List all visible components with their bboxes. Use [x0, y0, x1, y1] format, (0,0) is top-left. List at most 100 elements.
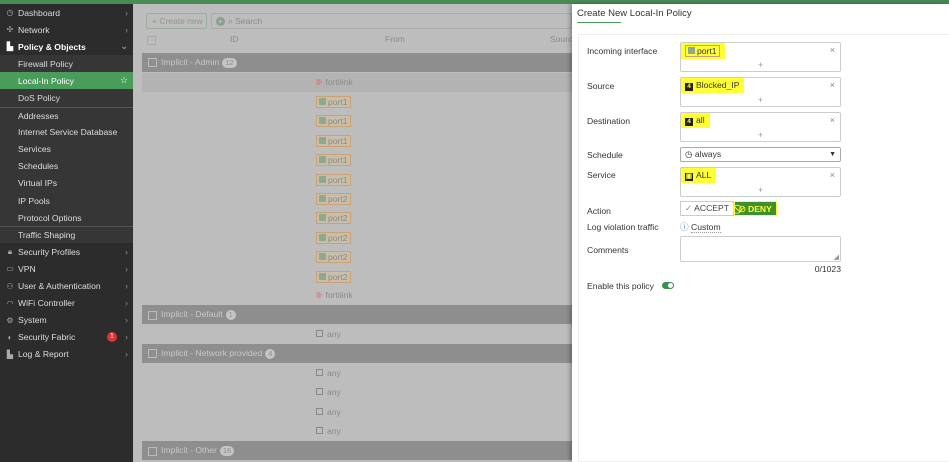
collapse-icon[interactable]: [148, 310, 157, 320]
search-icon: ⌕: [228, 16, 233, 26]
source-entry[interactable]: 4 Blocked_IP: [681, 78, 745, 93]
chevron-right-icon: ›: [125, 263, 128, 274]
create-new-button[interactable]: + Create new: [146, 13, 207, 29]
chart-icon: ▙: [6, 349, 14, 359]
from-cell: any: [316, 407, 341, 417]
sidebar-item-internet-service-database[interactable]: Internet Service Database: [0, 123, 133, 141]
table-row[interactable]: port2: [142, 208, 572, 227]
table-row[interactable]: port1: [142, 170, 572, 189]
sidebar-item-firewall-policy[interactable]: Firewall Policy: [0, 55, 133, 73]
sidebar-item-security-fabric[interactable]: ◐ Security Fabric 1 ›: [0, 329, 133, 346]
comments-label: Comments: [587, 245, 629, 255]
remove-icon[interactable]: ×: [830, 115, 835, 125]
source-label: Source: [587, 81, 615, 91]
table-row[interactable]: ⊪ fortilink: [142, 72, 572, 92]
table-row[interactable]: port2: [142, 267, 572, 286]
collapse-icon[interactable]: [148, 446, 157, 456]
table-row[interactable]: port1: [142, 111, 572, 130]
table-row[interactable]: port1: [142, 150, 572, 169]
deny-button[interactable]: ⃠⊘ DENY: [733, 201, 777, 216]
from-cell: port2: [316, 251, 351, 264]
add-filter-icon[interactable]: +: [216, 17, 225, 26]
sidebar-item-vpn[interactable]: ▭ VPN ›: [0, 260, 133, 277]
title-underline: [577, 22, 621, 23]
group-header[interactable]: Implicit - Network provided 4: [142, 344, 572, 364]
sidebar-item-services[interactable]: Services: [0, 140, 133, 158]
log-violation-custom[interactable]: ⓘ Custom: [680, 221, 721, 233]
service-field[interactable]: ▣ ALL × +: [680, 167, 841, 197]
from-cell: port1: [316, 154, 351, 167]
table-row[interactable]: any: [142, 422, 572, 441]
sidebar-item-virtual-ips[interactable]: Virtual IPs: [0, 174, 133, 193]
sidebar-item-system[interactable]: ⚙ System ›: [0, 312, 133, 329]
group-header[interactable]: Implicit - Other 16: [142, 441, 572, 461]
table-row[interactable]: port1: [142, 131, 572, 150]
lock-icon: 🔒︎: [7, 246, 13, 256]
from-cell: any: [316, 368, 341, 378]
sidebar-item-policy-objects[interactable]: ▙ Policy & Objects ⌄: [0, 38, 133, 55]
remove-icon[interactable]: ×: [830, 80, 835, 90]
chevron-right-icon: ›: [125, 7, 128, 18]
add-icon[interactable]: +: [681, 95, 840, 105]
group-header[interactable]: Implicit - Default 1: [142, 305, 572, 325]
interface-icon: [319, 175, 326, 183]
sidebar-item-protocol-options[interactable]: Protocol Options: [0, 209, 133, 227]
destination-field[interactable]: 4 all × +: [680, 112, 841, 142]
any-icon: [316, 388, 323, 396]
user-icon: ⚇: [6, 281, 14, 291]
fortilink-icon: ⊪: [316, 289, 324, 300]
policy-icon: ▙: [6, 42, 14, 52]
any-icon: [316, 368, 323, 376]
table-row[interactable]: port1: [142, 92, 572, 111]
sidebar-item-network[interactable]: ✣ Network ›: [0, 21, 133, 38]
resize-handle-icon[interactable]: ◢: [834, 253, 839, 261]
schedule-label: Schedule: [587, 150, 623, 160]
table-row[interactable]: any: [142, 383, 572, 402]
sidebar-item-wifi-controller[interactable]: ◠ WiFi Controller ›: [0, 295, 133, 312]
table-row[interactable]: port2: [142, 228, 572, 247]
sidebar-item-addresses[interactable]: Addresses: [0, 106, 133, 124]
collapse-icon[interactable]: [148, 349, 157, 359]
accept-button[interactable]: ✓ ACCEPT: [680, 201, 734, 216]
sidebar-item-log-report[interactable]: ▙ Log & Report ›: [0, 346, 133, 363]
column-header-id[interactable]: ID: [230, 34, 239, 44]
group-header[interactable]: Implicit - Admin 12: [142, 53, 572, 72]
star-icon[interactable]: ☆: [120, 75, 128, 86]
sidebar-item-user-authentication[interactable]: ⚇ User & Authentication ›: [0, 278, 133, 295]
enable-policy-toggle[interactable]: [662, 282, 674, 289]
remove-icon[interactable]: ×: [830, 170, 835, 180]
table-row[interactable]: ⊪ fortilink: [142, 286, 572, 305]
sidebar-item-schedules[interactable]: Schedules: [0, 157, 133, 175]
notification-badge: 1: [107, 332, 117, 343]
service-entry[interactable]: ▣ ALL: [681, 168, 717, 183]
collapse-icon[interactable]: [148, 58, 157, 68]
select-all-checkbox[interactable]: [147, 36, 156, 45]
add-icon[interactable]: +: [681, 130, 840, 140]
table-row[interactable]: port2: [142, 189, 572, 208]
table-row[interactable]: any: [142, 403, 572, 422]
source-field[interactable]: 4 Blocked_IP × +: [680, 77, 841, 107]
sidebar-item-ip-pools[interactable]: IP Pools: [0, 192, 133, 210]
service-label: Service: [587, 170, 616, 180]
sidebar-item-traffic-shaping[interactable]: Traffic Shaping: [0, 226, 133, 244]
table-row[interactable]: any: [142, 364, 572, 383]
add-icon[interactable]: +: [681, 185, 840, 195]
add-icon[interactable]: +: [681, 60, 840, 70]
comments-textarea[interactable]: ◢: [680, 236, 841, 262]
log-violation-label: Log violation traffic: [587, 222, 659, 232]
column-header-from[interactable]: From: [385, 34, 405, 44]
sidebar-item-dos-policy[interactable]: DoS Policy: [0, 89, 133, 107]
remove-icon[interactable]: ×: [830, 45, 835, 55]
table-row[interactable]: port2: [142, 247, 572, 266]
table-row[interactable]: any: [142, 325, 572, 344]
sidebar-item-dashboard[interactable]: ◷ Dashboard ›: [0, 4, 133, 21]
sidebar-item-security-profiles[interactable]: 🔒︎ Security Profiles ›: [0, 243, 133, 260]
schedule-select[interactable]: ◷ always ▼: [680, 147, 841, 162]
incoming-interface-entry[interactable]: port1: [681, 43, 725, 59]
any-icon: [316, 329, 323, 337]
search-input[interactable]: + ⌕ Search: [211, 13, 572, 29]
destination-entry[interactable]: 4 all: [681, 113, 710, 128]
sidebar-item-local-in-policy[interactable]: Local-In Policy ☆: [0, 72, 133, 90]
incoming-interface-field[interactable]: port1 × +: [680, 42, 841, 72]
laptop-icon: ▭: [6, 264, 14, 274]
